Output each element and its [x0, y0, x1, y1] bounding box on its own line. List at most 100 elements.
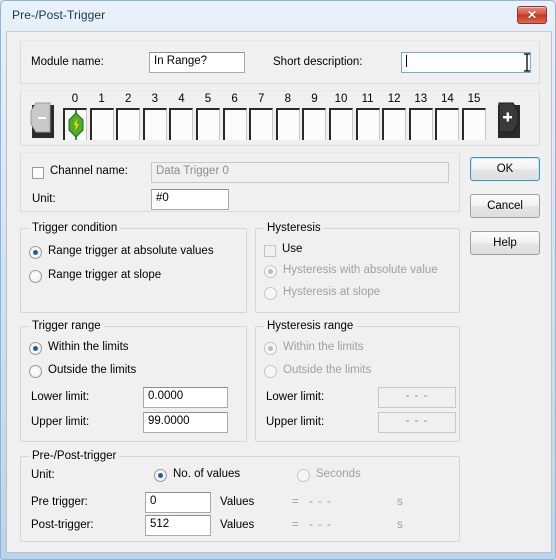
channel-slot-5[interactable]: [196, 108, 220, 140]
channel-strip-panel: 0 1 2 3 4 5 6 7 8 9 10 11 12 13 14 15: [20, 90, 540, 146]
trigger-upper-limit-input[interactable]: 99.0000: [143, 412, 228, 433]
trigger-lower-limit-input[interactable]: 0.0000: [143, 387, 228, 408]
hysteresis-range-group: Hysteresis range Within the limits Outsi…: [255, 320, 460, 442]
radio-hysteresis-within-limits[interactable]: [264, 342, 277, 355]
radio-range-trigger-absolute[interactable]: [29, 246, 42, 259]
radio-hysteresis-absolute[interactable]: [264, 265, 277, 278]
channel-slot-0[interactable]: [63, 108, 87, 140]
channel-slot-11[interactable]: [355, 108, 380, 140]
radio-trigger-outside-limits[interactable]: [29, 365, 42, 378]
pre-trigger-input[interactable]: 0: [145, 492, 211, 513]
radio-hysteresis-slope-label: Hysteresis at slope: [283, 286, 381, 298]
cancel-button-label: Cancel: [487, 200, 523, 212]
radio-hysteresis-absolute-label: Hysteresis with absolute value: [283, 264, 438, 276]
radio-trigger-outside-limits-label: Outside the limits: [48, 364, 137, 376]
radio-trigger-within-limits-label: Within the limits: [48, 341, 129, 353]
channel-name-input[interactable]: Data Trigger 0: [151, 162, 449, 183]
channel-slot-10[interactable]: [329, 108, 353, 140]
radio-no-of-values[interactable]: [154, 469, 167, 482]
pre-trigger-equals: =: [292, 496, 299, 508]
unit-input[interactable]: #0: [151, 189, 229, 210]
cancel-button[interactable]: Cancel: [470, 194, 540, 218]
channel-slot-3[interactable]: [142, 108, 167, 140]
post-trigger-seconds-unit: s: [397, 519, 403, 531]
channel-name-label: Channel name:: [50, 165, 128, 177]
trigger-range-group: Trigger range Within the limits Outside …: [20, 320, 247, 442]
channel-slot-1[interactable]: [89, 108, 114, 140]
post-trigger-seconds-value: - - -: [309, 519, 332, 531]
hysteresis-legend: Hysteresis: [264, 222, 324, 234]
trigger-range-legend: Trigger range: [29, 320, 104, 332]
channel-number-7: 7: [257, 93, 265, 105]
hysteresis-use-label: Use: [282, 243, 303, 255]
radio-trigger-within-limits[interactable]: [29, 342, 42, 355]
channel-number-8: 8: [284, 93, 291, 105]
trigger-condition-legend: Trigger condition: [29, 222, 121, 234]
pre-post-trigger-legend: Pre-/Post-trigger: [29, 450, 120, 462]
radio-seconds-label: Seconds: [316, 468, 361, 480]
channel-number-4: 4: [178, 93, 185, 105]
radio-seconds[interactable]: [297, 469, 310, 482]
channel-slot-7[interactable]: [249, 108, 274, 140]
help-button-label: Help: [493, 237, 517, 249]
channel-slot-9[interactable]: [302, 108, 327, 140]
module-name-label: Module name:: [31, 56, 104, 68]
pre-trigger-unit-label: Values: [220, 496, 255, 508]
close-icon[interactable]: ✕: [517, 6, 547, 24]
hysteresis-lower-limit-label: Lower limit:: [266, 391, 325, 403]
post-trigger-label: Post-trigger:: [31, 519, 94, 531]
dialog-client-area: Module name: In Range? Short description…: [6, 31, 552, 553]
channel-slot-13[interactable]: [408, 108, 433, 140]
radio-hysteresis-slope[interactable]: [264, 287, 277, 300]
ok-button-label: OK: [496, 163, 514, 175]
post-trigger-equals: =: [292, 519, 299, 531]
radio-range-trigger-slope[interactable]: [29, 270, 42, 283]
channel-number-0: 0: [71, 93, 79, 105]
dialog-window: Pre-/Post-Trigger ✕ Module name: In Rang…: [0, 0, 556, 560]
mouse-ibeam-cursor: [524, 53, 530, 72]
channel-slot-4[interactable]: [169, 108, 194, 140]
arrow-left-minus-icon[interactable]: [29, 101, 55, 139]
radio-hysteresis-outside-limits-label: Outside the limits: [283, 364, 372, 376]
channel-slot-8[interactable]: [275, 108, 300, 140]
pre-post-trigger-group: Pre-/Post-trigger Unit: No. of values Se…: [20, 450, 460, 542]
radio-range-trigger-absolute-label: Range trigger at absolute values: [48, 245, 214, 257]
channel-number-6: 6: [231, 93, 238, 105]
radio-hysteresis-outside-limits[interactable]: [264, 365, 277, 378]
channel-slot-14[interactable]: [435, 108, 460, 140]
header-panel: Module name: In Range? Short description…: [20, 40, 540, 84]
hysteresis-upper-limit-input[interactable]: - - -: [378, 412, 456, 433]
channel-slot-2[interactable]: [116, 108, 141, 140]
ok-button[interactable]: OK: [470, 157, 540, 181]
help-button[interactable]: Help: [470, 231, 540, 255]
radio-hysteresis-within-limits-label: Within the limits: [283, 341, 364, 353]
trigger-condition-group: Trigger condition Range trigger at absol…: [20, 222, 247, 313]
channel-slot-12[interactable]: [382, 108, 407, 140]
radio-no-of-values-label: No. of values: [173, 468, 241, 480]
identity-panel: Channel name: Data Trigger 0 Unit: #0: [20, 152, 460, 212]
title-bar: Pre-/Post-Trigger ✕: [1, 1, 555, 31]
channel-slot-15[interactable]: [462, 108, 486, 140]
channel-name-checkbox[interactable]: [32, 167, 44, 179]
trigger-lower-limit-label: Lower limit:: [31, 391, 90, 403]
channel-number-3: 3: [151, 93, 158, 105]
channel-number-14: 14: [440, 93, 454, 105]
channel-slot-6[interactable]: [222, 108, 247, 140]
post-trigger-input[interactable]: 512: [145, 515, 211, 536]
module-name-input[interactable]: In Range?: [149, 52, 245, 73]
hysteresis-lower-limit-input[interactable]: - - -: [378, 387, 456, 408]
trigger-upper-limit-label: Upper limit:: [31, 416, 90, 428]
window-title: Pre-/Post-Trigger: [12, 8, 106, 22]
channel-number-13: 13: [414, 93, 428, 105]
arrow-right-plus-icon[interactable]: [495, 101, 521, 139]
pre-trigger-seconds-value: - - -: [309, 496, 332, 508]
channel-number-5: 5: [204, 93, 212, 105]
text-caret: [406, 55, 407, 67]
radio-range-trigger-slope-label: Range trigger at slope: [48, 269, 162, 281]
hysteresis-upper-limit-label: Upper limit:: [266, 416, 325, 428]
hysteresis-group: Hysteresis Use Hysteresis with absolute …: [255, 222, 460, 313]
hysteresis-use-checkbox[interactable]: [264, 245, 276, 257]
post-trigger-unit-label: Values: [220, 519, 255, 531]
close-glyph: ✕: [526, 8, 538, 22]
short-description-input[interactable]: [401, 52, 531, 73]
